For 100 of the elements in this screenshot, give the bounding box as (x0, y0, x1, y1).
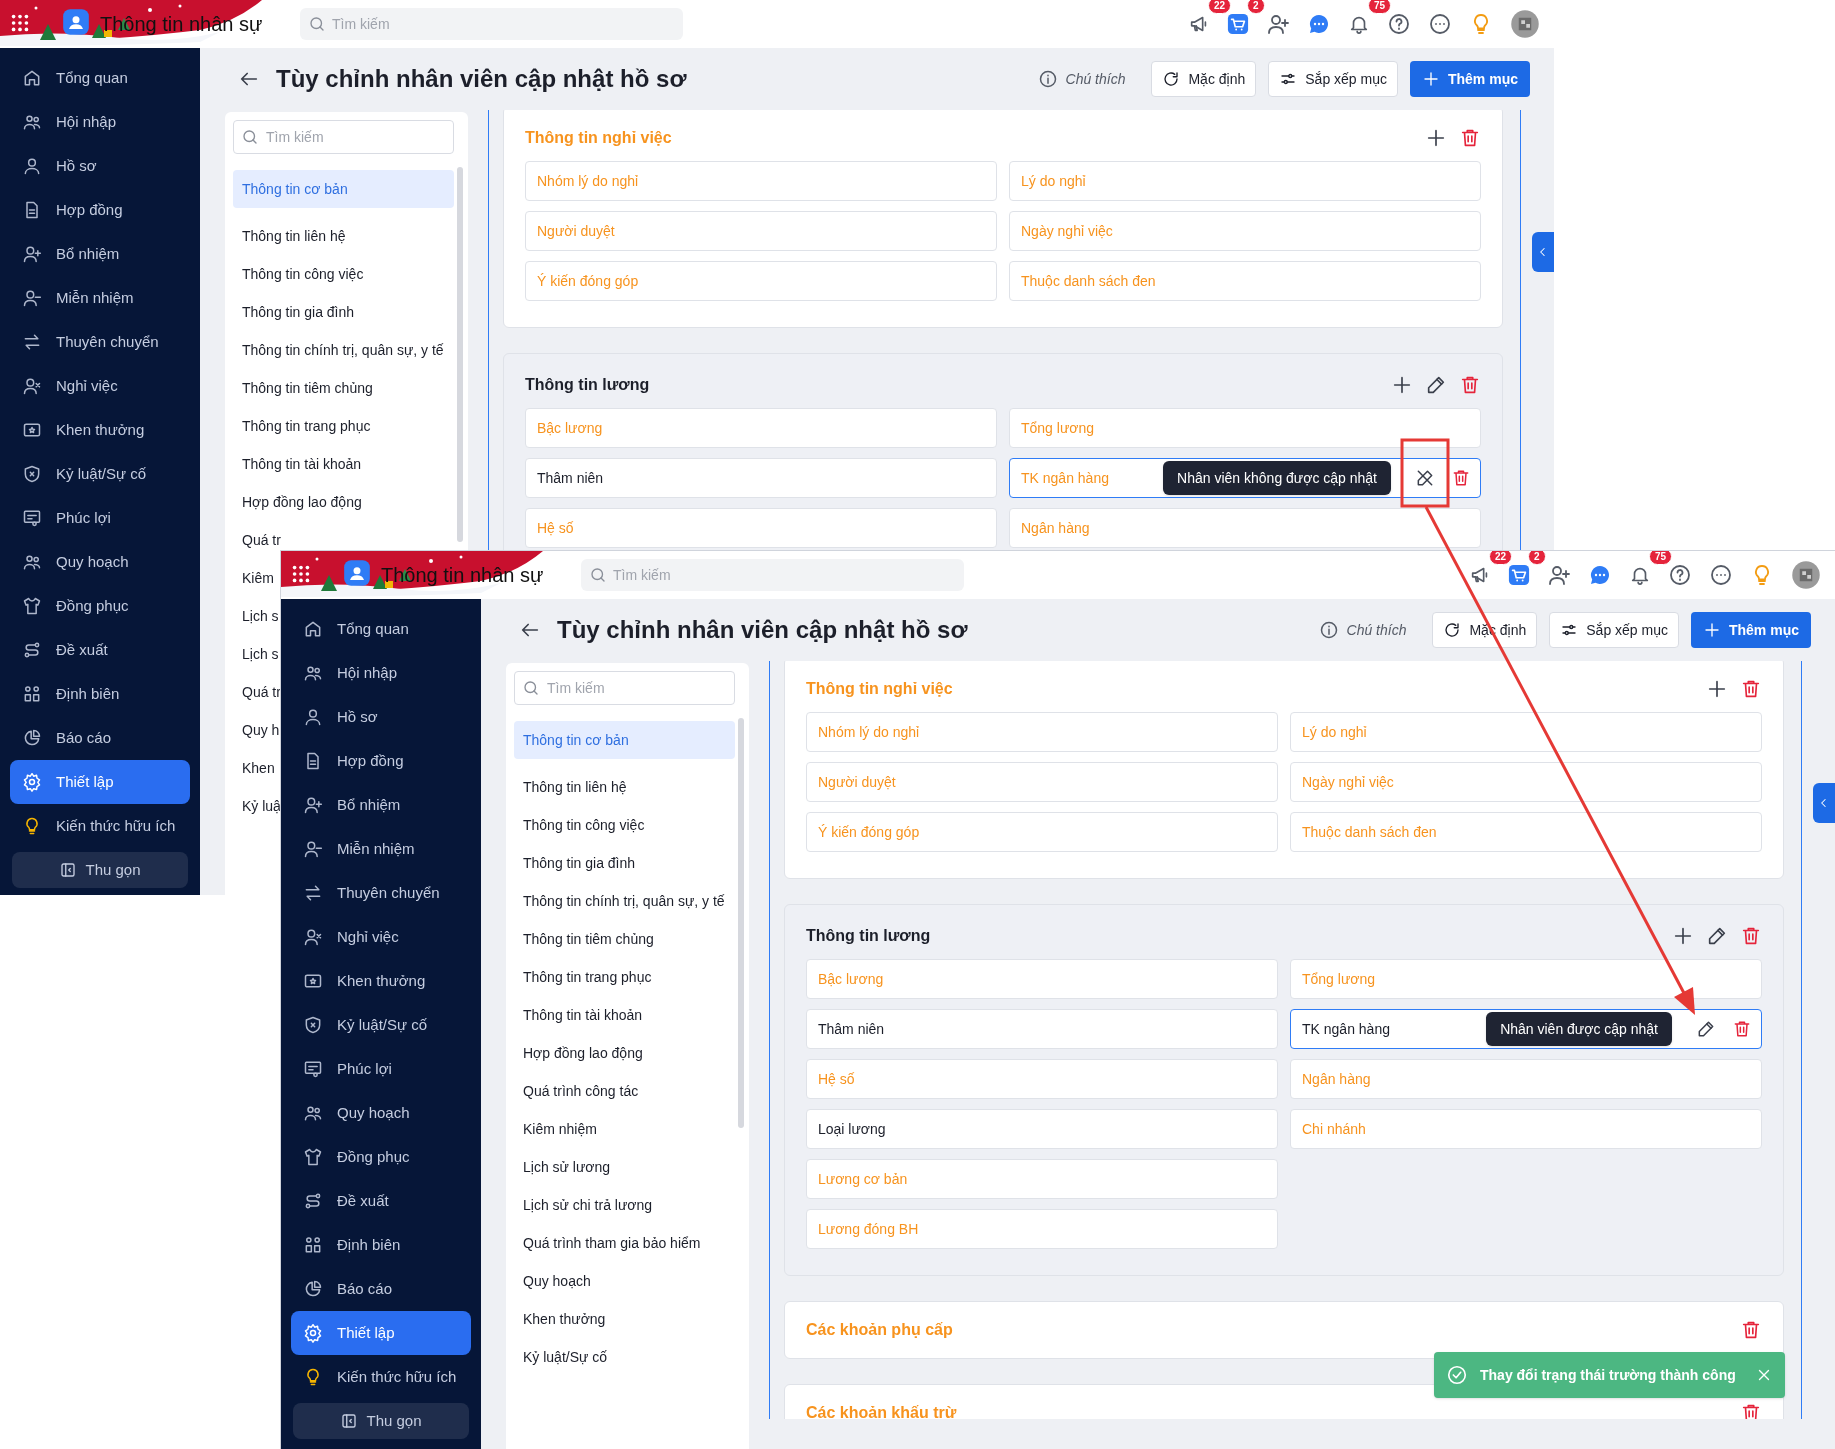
field-item[interactable]: Thâm niên (806, 1009, 1278, 1049)
sidebar-item[interactable]: Nghỉ việc (291, 915, 471, 959)
section-list-item[interactable]: Lịch s (242, 644, 279, 664)
field-label: Ngân hàng (1021, 518, 1090, 538)
section-list-item[interactable]: Kiêm nhiệm (523, 1119, 597, 1139)
field-label: Ngân hàng (1302, 1069, 1371, 1089)
section-list-item[interactable]: Thông tin tài khoản (242, 454, 362, 474)
section-list-item[interactable]: Quá trình tham gia bảo hiểm (523, 1233, 701, 1253)
section-list-item[interactable]: Thông tin chính trị, quân sự, y tế (242, 340, 444, 360)
sidebar-item[interactable]: Định biên (10, 672, 190, 716)
section-list-item[interactable]: Thông tin cơ bản (514, 721, 735, 759)
sidebar-item[interactable]: Thuyên chuyển (291, 871, 471, 915)
section-list-item[interactable]: Thông tin chính trị, quân sự, y tế (523, 891, 725, 911)
section-list-item[interactable]: Quá tr (242, 682, 281, 702)
sidebar-item[interactable]: Thiết lập (291, 1311, 471, 1355)
field-item[interactable]: TK ngân hàng Nhân viên không được cập nhật (1009, 458, 1481, 498)
sidebar-item[interactable]: Hội nhập (10, 100, 190, 144)
section-list-item[interactable]: Thông tin cơ bản (233, 170, 454, 208)
page-title: Tùy chỉnh nhân viên cập nhật hồ sơ (557, 615, 968, 645)
sidebar-item[interactable]: Hồ sơ (291, 695, 471, 739)
section-list-item[interactable]: Thông tin trang phục (523, 967, 652, 987)
sidebar-item[interactable]: Bổ nhiệm (10, 232, 190, 276)
sidebar-item[interactable]: Thiết lập (10, 760, 190, 804)
sidebar-item[interactable]: Khen thưởng (291, 959, 471, 1003)
sidebar-item[interactable]: Phúc lợi (10, 496, 190, 540)
collapse-button[interactable]: Thu gọn (12, 852, 188, 888)
field-item[interactable]: Loại lương (806, 1109, 1278, 1149)
sidebar-item[interactable]: Hợp đồng (10, 188, 190, 232)
section-list-item[interactable]: Thông tin trang phục (242, 416, 371, 436)
field-label: Nhóm lý do nghỉ (537, 171, 639, 191)
section-list-item[interactable]: Khen (242, 758, 275, 778)
section-list-item[interactable]: Lịch sử lương (523, 1157, 611, 1177)
field-label: Tổng lương (1302, 969, 1376, 989)
search-field[interactable]: Tìm kiếm (233, 120, 454, 154)
section-list-item[interactable]: Lịch s (242, 606, 279, 626)
section-list-item[interactable]: Thông tin tài khoản (523, 1005, 643, 1025)
section-list-item[interactable]: Thông tin gia đình (242, 302, 355, 322)
section-list-item[interactable]: Quy hoạch (523, 1271, 591, 1291)
section-list-item[interactable]: Quá tr (242, 530, 281, 550)
sidebar-item[interactable]: Phúc lợi (291, 1047, 471, 1091)
sidebar-item[interactable]: Đồng phục (10, 584, 190, 628)
sidebar-item[interactable]: Đồng phục (291, 1135, 471, 1179)
search-field[interactable]: Tìm kiếm (514, 671, 735, 705)
legend-button[interactable]: Chú thích (1037, 68, 1126, 90)
section-list-item[interactable]: Hợp đồng lao động (242, 492, 362, 512)
section-list-item[interactable]: Quy h (242, 720, 280, 740)
section-list-item[interactable]: Thông tin gia đình (523, 853, 636, 873)
sidebar-item[interactable]: Miễn nhiệm (10, 276, 190, 320)
sidebar-item[interactable]: Hồ sơ (10, 144, 190, 188)
sidebar-item[interactable]: Kiến thức hữu ích (291, 1355, 471, 1399)
add-section-button[interactable]: Thêm mục (1691, 612, 1811, 648)
section-list-item[interactable]: Kiêm (242, 568, 274, 588)
count-badge: 22 (1208, 0, 1232, 14)
sidebar-item[interactable]: Miễn nhiệm (291, 827, 471, 871)
add-section-button[interactable]: Thêm mục (1410, 61, 1530, 97)
section-list-item[interactable]: Thông tin công việc (242, 264, 364, 284)
sidebar-item[interactable]: Báo cáo (10, 716, 190, 760)
search-field[interactable]: Tìm kiếm (300, 8, 683, 40)
sidebar-item[interactable]: Hội nhập (291, 651, 471, 695)
sidebar-item[interactable]: Tổng quan (10, 56, 190, 100)
sidebar-item[interactable]: Quy hoạch (291, 1091, 471, 1135)
section-list-item[interactable]: Lịch sử chi trả lương (523, 1195, 653, 1215)
count-badge: 75 (1649, 551, 1673, 565)
section-list-item[interactable]: Khen thưởng (523, 1309, 606, 1329)
sidebar-item[interactable]: Kỷ luật/Sự cố (291, 1003, 471, 1047)
field-label: TK ngân hàng (1021, 468, 1109, 488)
sidebar-item[interactable]: Quy hoạch (10, 540, 190, 584)
sort-button[interactable]: Sắp xếp mục (1549, 612, 1679, 648)
section-list-item[interactable]: Thông tin liên hệ (523, 777, 627, 797)
sidebar-item[interactable]: Tổng quan (291, 607, 471, 651)
sidebar-item[interactable]: Định biên (291, 1223, 471, 1267)
sidebar-item[interactable]: Báo cáo (291, 1267, 471, 1311)
section-list-item[interactable]: Thông tin tiêm chủng (523, 929, 654, 949)
section-list-item[interactable]: Hợp đồng lao động (523, 1043, 643, 1063)
section-list-item[interactable]: Quá trình công tác (523, 1081, 639, 1101)
legend-button[interactable]: Chú thích (1318, 619, 1407, 641)
collapse-button[interactable]: Thu gọn (293, 1403, 469, 1439)
sidebar-item[interactable]: Đề xuất (10, 628, 190, 672)
field-item[interactable]: TK ngân hàng Nhân viên được cập nhật (1290, 1009, 1762, 1049)
sidebar-item[interactable]: Kỷ luật/Sự cố (10, 452, 190, 496)
field-label: Tổng lương (1021, 418, 1095, 438)
tooltip: Nhân viên được cập nhật (1486, 1012, 1672, 1046)
sidebar-item[interactable]: Đề xuất (291, 1179, 471, 1223)
sidebar-item[interactable]: Hợp đồng (291, 739, 471, 783)
sidebar-item[interactable]: Khen thưởng (10, 408, 190, 452)
field-label: Lương đóng BH (818, 1219, 919, 1239)
sidebar-item[interactable]: Kiến thức hữu ích (10, 804, 190, 848)
section-list-item[interactable]: Thông tin công việc (523, 815, 645, 835)
sidebar-item[interactable]: Thuyên chuyển (10, 320, 190, 364)
section-list-item[interactable]: Kỷ luậ (242, 796, 281, 816)
section-list-item[interactable]: Thông tin liên hệ (242, 226, 346, 246)
field-label: Ngày nghỉ việc (1302, 772, 1394, 792)
search-field[interactable]: Tìm kiếm (581, 559, 964, 591)
section-list-item[interactable]: Kỷ luật/Sự cố (523, 1347, 608, 1367)
sort-button[interactable]: Sắp xếp mục (1268, 61, 1398, 97)
sidebar-item[interactable]: Nghỉ việc (10, 364, 190, 408)
sidebar-item[interactable]: Bổ nhiệm (291, 783, 471, 827)
field-item[interactable]: Thâm niên (525, 458, 997, 498)
section-list-item[interactable]: Thông tin tiêm chủng (242, 378, 373, 398)
reset-button[interactable]: Mặc định (1151, 61, 1257, 97)
